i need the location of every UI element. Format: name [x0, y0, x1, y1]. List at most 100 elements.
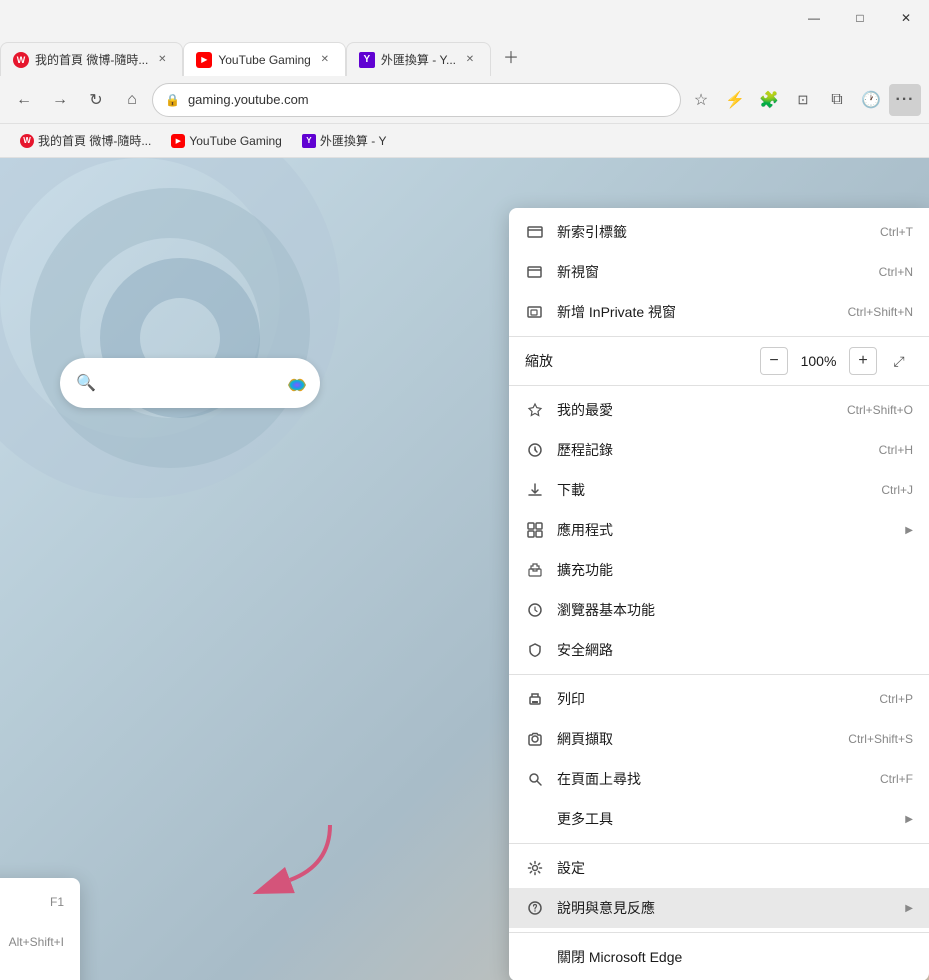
tab-yahoo[interactable]: Y 外匯換算 - Y... ✕: [346, 42, 491, 76]
tab-youtube-close[interactable]: ✕: [317, 52, 333, 68]
menu-extensions[interactable]: 擴充功能: [509, 550, 929, 590]
extensions-button[interactable]: 🧩: [753, 84, 785, 116]
menu-settings[interactable]: 設定: [509, 848, 929, 888]
forward-button[interactable]: →: [44, 84, 76, 116]
tab-yahoo-close[interactable]: ✕: [462, 52, 478, 68]
tab-weibo-label: 我的首頁 微博-隨時...: [35, 51, 148, 68]
menu-apps-arrow: ▶: [905, 525, 913, 536]
menu-more-tools[interactable]: 更多工具 ▶: [509, 799, 929, 839]
menu-extensions-label: 擴充功能: [557, 560, 913, 580]
menu-new-window[interactable]: 新視窗 Ctrl+N: [509, 252, 929, 292]
lightning-button[interactable]: ⚡: [719, 84, 751, 116]
favorites-bar: W 我的首頁 微博-隨時... ▶ YouTube Gaming Y 外匯換算 …: [0, 124, 929, 158]
address-text: gaming.youtube.com: [188, 92, 668, 107]
tab-yahoo-label: 外匯換算 - Y...: [381, 51, 456, 68]
copilot-icon[interactable]: [278, 366, 316, 404]
submenu-feedback-shortcut: Alt+Shift+I: [9, 935, 64, 949]
menu-screenshot-label: 網頁擷取: [557, 729, 836, 749]
menu-new-tab[interactable]: 新索引標籤 Ctrl+T: [509, 212, 929, 252]
toolbar-right: ☆ ⚡ 🧩 ⊡ ⧉ 🕐 ···: [685, 84, 921, 116]
submenu-help-label: 說明: [0, 892, 38, 912]
submenu-help[interactable]: 說明 F1: [0, 882, 80, 922]
cast-button[interactable]: ⊡: [787, 84, 819, 116]
menu-find-shortcut: Ctrl+F: [880, 772, 913, 786]
page-content: 🔍: [0, 158, 929, 980]
menu-downloads[interactable]: 下載 Ctrl+J: [509, 470, 929, 510]
minimize-button[interactable]: —: [791, 0, 837, 36]
menu-history-shortcut: Ctrl+H: [879, 443, 913, 457]
more-tools-icon: [525, 809, 545, 829]
menu-apps[interactable]: 應用程式 ▶: [509, 510, 929, 550]
favorites-button[interactable]: ☆: [685, 84, 717, 116]
menu-browser-essentials[interactable]: 瀏覽器基本功能: [509, 590, 929, 630]
extensions-menu-icon: [525, 560, 545, 580]
tab-weibo-close[interactable]: ✕: [154, 52, 170, 68]
zoom-expand-button[interactable]: ⤢: [885, 347, 913, 375]
zoom-in-button[interactable]: +: [849, 347, 877, 375]
help-icon: [525, 898, 545, 918]
submenu-report-unsafe[interactable]: 報告不安全的網站: [0, 962, 80, 980]
menu-zoom: 縮放 − 100% + ⤢: [509, 341, 929, 381]
favorites-icon: [525, 400, 545, 420]
zoom-out-button[interactable]: −: [760, 347, 788, 375]
menu-favorites-label: 我的最愛: [557, 400, 835, 420]
menu-new-window-shortcut: Ctrl+N: [879, 265, 913, 279]
menu-find-label: 在頁面上尋找: [557, 769, 868, 789]
split-button[interactable]: ⧉: [821, 84, 853, 116]
toolbar: ← → ↻ ⌂ 🔒 gaming.youtube.com ☆ ⚡ 🧩 ⊡ ⧉ 🕐…: [0, 76, 929, 124]
menu-close-edge[interactable]: 關閉 Microsoft Edge: [509, 937, 929, 977]
new-tab-button[interactable]: ＋: [495, 40, 527, 72]
menu-help-label: 說明與意見反應: [557, 898, 893, 918]
menu-divider-2: [509, 385, 929, 386]
apps-icon: [525, 520, 545, 540]
menu-history-label: 歷程記錄: [557, 440, 867, 460]
menu-help[interactable]: 說明與意見反應 ▶: [509, 888, 929, 928]
menu-history[interactable]: 歷程記錄 Ctrl+H: [509, 430, 929, 470]
arrow-svg: [250, 815, 370, 895]
menu-inprivate-shortcut: Ctrl+Shift+N: [848, 305, 913, 319]
downloads-icon: [525, 480, 545, 500]
menu-browser-essentials-label: 瀏覽器基本功能: [557, 600, 913, 620]
menu-inprivate[interactable]: 新增 InPrivate 視窗 Ctrl+Shift+N: [509, 292, 929, 332]
refresh-button[interactable]: ↻: [80, 84, 112, 116]
address-bar[interactable]: 🔒 gaming.youtube.com: [152, 83, 681, 117]
menu-close-edge-label: 關閉 Microsoft Edge: [557, 947, 913, 967]
menu-favorites[interactable]: 我的最愛 Ctrl+Shift+O: [509, 390, 929, 430]
more-button[interactable]: ···: [889, 84, 921, 116]
menu-divider-4: [509, 843, 929, 844]
menu-print[interactable]: 列印 Ctrl+P: [509, 679, 929, 719]
menu-print-label: 列印: [557, 689, 867, 709]
title-bar-controls: — □ ✕: [791, 0, 929, 36]
menu-print-shortcut: Ctrl+P: [879, 692, 913, 706]
browser-essentials-icon: [525, 600, 545, 620]
browser-window: — □ ✕ W 我的首頁 微博-隨時... ✕ ▶ YouTube Gaming…: [0, 0, 929, 980]
fav-weibo[interactable]: W 我的首頁 微博-隨時...: [12, 128, 159, 153]
fav-weibo-label: 我的首頁 微博-隨時...: [38, 132, 151, 149]
submenu-report-label: 報告不安全的網站: [0, 972, 64, 980]
menu-screenshot-shortcut: Ctrl+Shift+S: [848, 732, 913, 746]
fav-yahoo[interactable]: Y 外匯換算 - Y: [294, 128, 395, 153]
menu-help-arrow: ▶: [905, 903, 913, 914]
weibo-favicon: W: [13, 52, 29, 68]
title-bar: — □ ✕: [0, 0, 929, 36]
home-button[interactable]: ⌂: [116, 84, 148, 116]
menu-divider-5: [509, 932, 929, 933]
screenshot-icon: [525, 729, 545, 749]
submenu-help-shortcut: F1: [50, 895, 64, 909]
submenu-feedback[interactable]: 傳送意見反應 Alt+Shift+I: [0, 922, 80, 962]
menu-find[interactable]: 在頁面上尋找 Ctrl+F: [509, 759, 929, 799]
tab-weibo[interactable]: W 我的首頁 微博-隨時... ✕: [0, 42, 183, 76]
menu-more-tools-label: 更多工具: [557, 809, 893, 829]
history-button[interactable]: 🕐: [855, 84, 887, 116]
back-button[interactable]: ←: [8, 84, 40, 116]
maximize-button[interactable]: □: [837, 0, 883, 36]
tab-youtube[interactable]: ▶ YouTube Gaming ✕: [183, 42, 346, 76]
fav-youtube[interactable]: ▶ YouTube Gaming: [163, 130, 290, 152]
menu-security[interactable]: 安全網路: [509, 630, 929, 670]
menu-screenshot[interactable]: 網頁擷取 Ctrl+Shift+S: [509, 719, 929, 759]
menu-apps-label: 應用程式: [557, 520, 881, 540]
menu-inprivate-label: 新增 InPrivate 視窗: [557, 302, 836, 322]
close-button[interactable]: ✕: [883, 0, 929, 36]
page-search-icon: 🔍: [76, 373, 96, 393]
copilot-svg: [278, 366, 316, 404]
